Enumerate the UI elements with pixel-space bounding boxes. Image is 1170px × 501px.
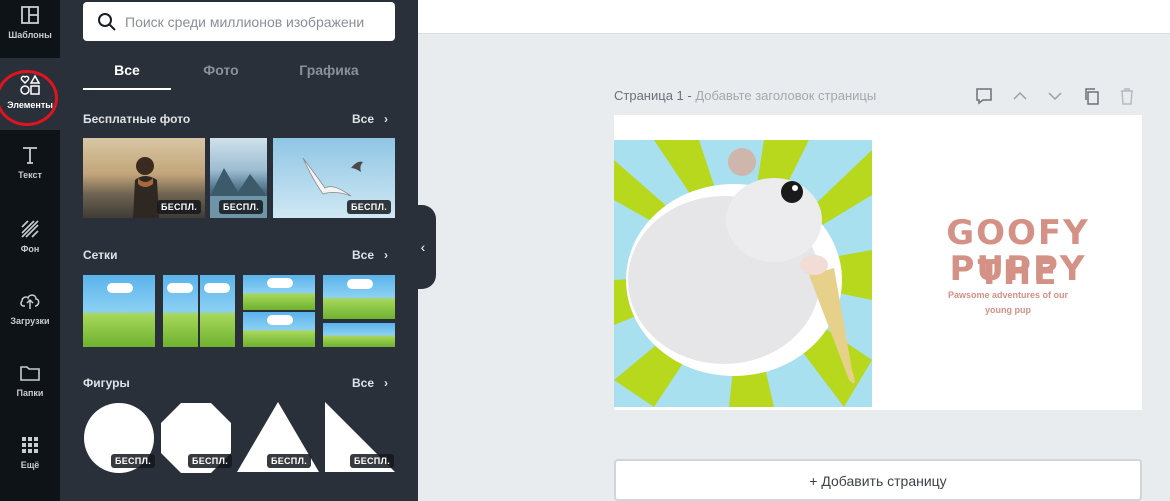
panel-tabs: Все Фото Графика bbox=[83, 58, 395, 90]
free-badge: БЕСПЛ. bbox=[110, 454, 155, 468]
chevron-right-icon: › bbox=[384, 376, 388, 390]
rail-label-background: Фон bbox=[20, 244, 40, 254]
page-label[interactable]: Страница 1 - Добавьте заголовок страницы bbox=[614, 88, 876, 103]
elements-panel: Все Фото Графика Бесплатные фото Все › БЕ… bbox=[60, 0, 418, 501]
duplicate-icon[interactable] bbox=[1082, 86, 1102, 106]
section-title-photos: Бесплатные фото bbox=[83, 112, 191, 126]
grid-two-row-bottom[interactable] bbox=[243, 312, 315, 347]
left-rail: Шаблоны Элементы Текст Фон Загрузки Папк… bbox=[0, 0, 60, 501]
chevron-up-icon[interactable] bbox=[1010, 86, 1030, 106]
rail-item-text[interactable]: Текст bbox=[0, 144, 60, 202]
free-badge: БЕСПЛ. bbox=[187, 454, 232, 468]
shape-right-triangle[interactable]: БЕСПЛ. bbox=[324, 402, 396, 474]
design-page[interactable]: GOOFY THE PUPPY Pawsome adventures of ou… bbox=[614, 115, 1142, 410]
section-all-photos[interactable]: Все › bbox=[352, 112, 388, 126]
chevron-down-icon[interactable] bbox=[1045, 86, 1065, 106]
rail-label-folders: Папки bbox=[16, 388, 44, 398]
free-badge: БЕСПЛ. bbox=[156, 200, 201, 214]
rail-label-uploads: Загрузки bbox=[10, 316, 50, 326]
chevron-left-icon: ‹ bbox=[420, 239, 426, 255]
search-input[interactable] bbox=[125, 10, 387, 34]
photo-thumb-woman[interactable]: БЕСПЛ. bbox=[83, 138, 205, 218]
hamster-image[interactable] bbox=[614, 140, 872, 407]
add-page-button[interactable]: + Добавить страницу bbox=[614, 459, 1142, 501]
grid-two-row-top[interactable] bbox=[243, 275, 315, 310]
free-badge: БЕСПЛ. bbox=[266, 454, 311, 468]
layout-icon bbox=[21, 6, 39, 24]
grid-three-bottom[interactable] bbox=[323, 323, 395, 347]
free-badge: БЕСПЛ. bbox=[349, 454, 394, 468]
page-number-label: Страница 1 - bbox=[614, 88, 696, 103]
tab-photo[interactable]: Фото bbox=[177, 58, 265, 90]
free-badge: БЕСПЛ. bbox=[346, 200, 391, 214]
rail-item-templates[interactable]: Шаблоны bbox=[0, 0, 60, 58]
comment-icon[interactable] bbox=[974, 86, 994, 106]
search-icon bbox=[98, 13, 116, 31]
collapse-panel-handle[interactable]: ‹ bbox=[410, 205, 436, 289]
rail-label-templates: Шаблоны bbox=[8, 30, 52, 40]
rail-item-more[interactable]: Ещё bbox=[0, 434, 60, 492]
see-all-label: Все bbox=[351, 376, 374, 390]
shape-octagon[interactable]: БЕСПЛ. bbox=[160, 402, 232, 474]
folder-icon bbox=[20, 366, 40, 381]
shape-circle[interactable]: БЕСПЛ. bbox=[83, 402, 155, 474]
design-title-line-2[interactable]: PUPPY bbox=[918, 249, 1118, 289]
rail-item-folders[interactable]: Папки bbox=[0, 362, 60, 420]
rail-label-more: Ещё bbox=[20, 460, 40, 470]
shape-triangle[interactable]: БЕСПЛ. bbox=[237, 402, 319, 474]
section-all-shapes[interactable]: Все › bbox=[352, 376, 388, 390]
grid-two-col-left[interactable] bbox=[163, 275, 198, 347]
photo-thumb-seagull[interactable]: БЕСПЛ. bbox=[273, 138, 395, 218]
design-tagline[interactable]: Pawsome adventures of our young pup bbox=[938, 288, 1078, 318]
see-all-label: Все bbox=[351, 248, 374, 262]
upload-icon bbox=[20, 294, 40, 309]
section-all-grids[interactable]: Все › bbox=[352, 248, 388, 262]
rail-item-background[interactable]: Фон bbox=[0, 218, 60, 276]
grid-single[interactable] bbox=[83, 275, 155, 347]
tab-all[interactable]: Все bbox=[83, 58, 171, 90]
search-box[interactable] bbox=[83, 2, 395, 41]
hamster-illustration bbox=[614, 140, 872, 407]
tab-active-underline bbox=[83, 88, 171, 90]
background-pattern-icon bbox=[21, 220, 39, 238]
text-icon bbox=[23, 147, 37, 164]
trash-icon[interactable] bbox=[1117, 86, 1137, 106]
more-grid-icon bbox=[22, 437, 38, 453]
grid-two-col-right[interactable] bbox=[200, 275, 235, 347]
see-all-label: Все bbox=[351, 112, 374, 126]
chevron-right-icon: › bbox=[384, 248, 388, 262]
tab-graphics[interactable]: Графика bbox=[273, 58, 385, 90]
rail-item-uploads[interactable]: Загрузки bbox=[0, 290, 60, 348]
section-title-grids: Сетки bbox=[83, 248, 118, 262]
grid-three-top[interactable] bbox=[323, 275, 395, 319]
page-title-placeholder[interactable]: Добавьте заголовок страницы bbox=[695, 88, 876, 103]
rail-label-text: Текст bbox=[18, 170, 42, 180]
free-badge: БЕСПЛ. bbox=[218, 200, 263, 214]
section-title-shapes: Фигуры bbox=[83, 376, 130, 390]
chevron-right-icon: › bbox=[384, 112, 388, 126]
top-bar bbox=[418, 0, 1170, 34]
photo-thumb-mountains[interactable]: БЕСПЛ. bbox=[210, 138, 267, 218]
